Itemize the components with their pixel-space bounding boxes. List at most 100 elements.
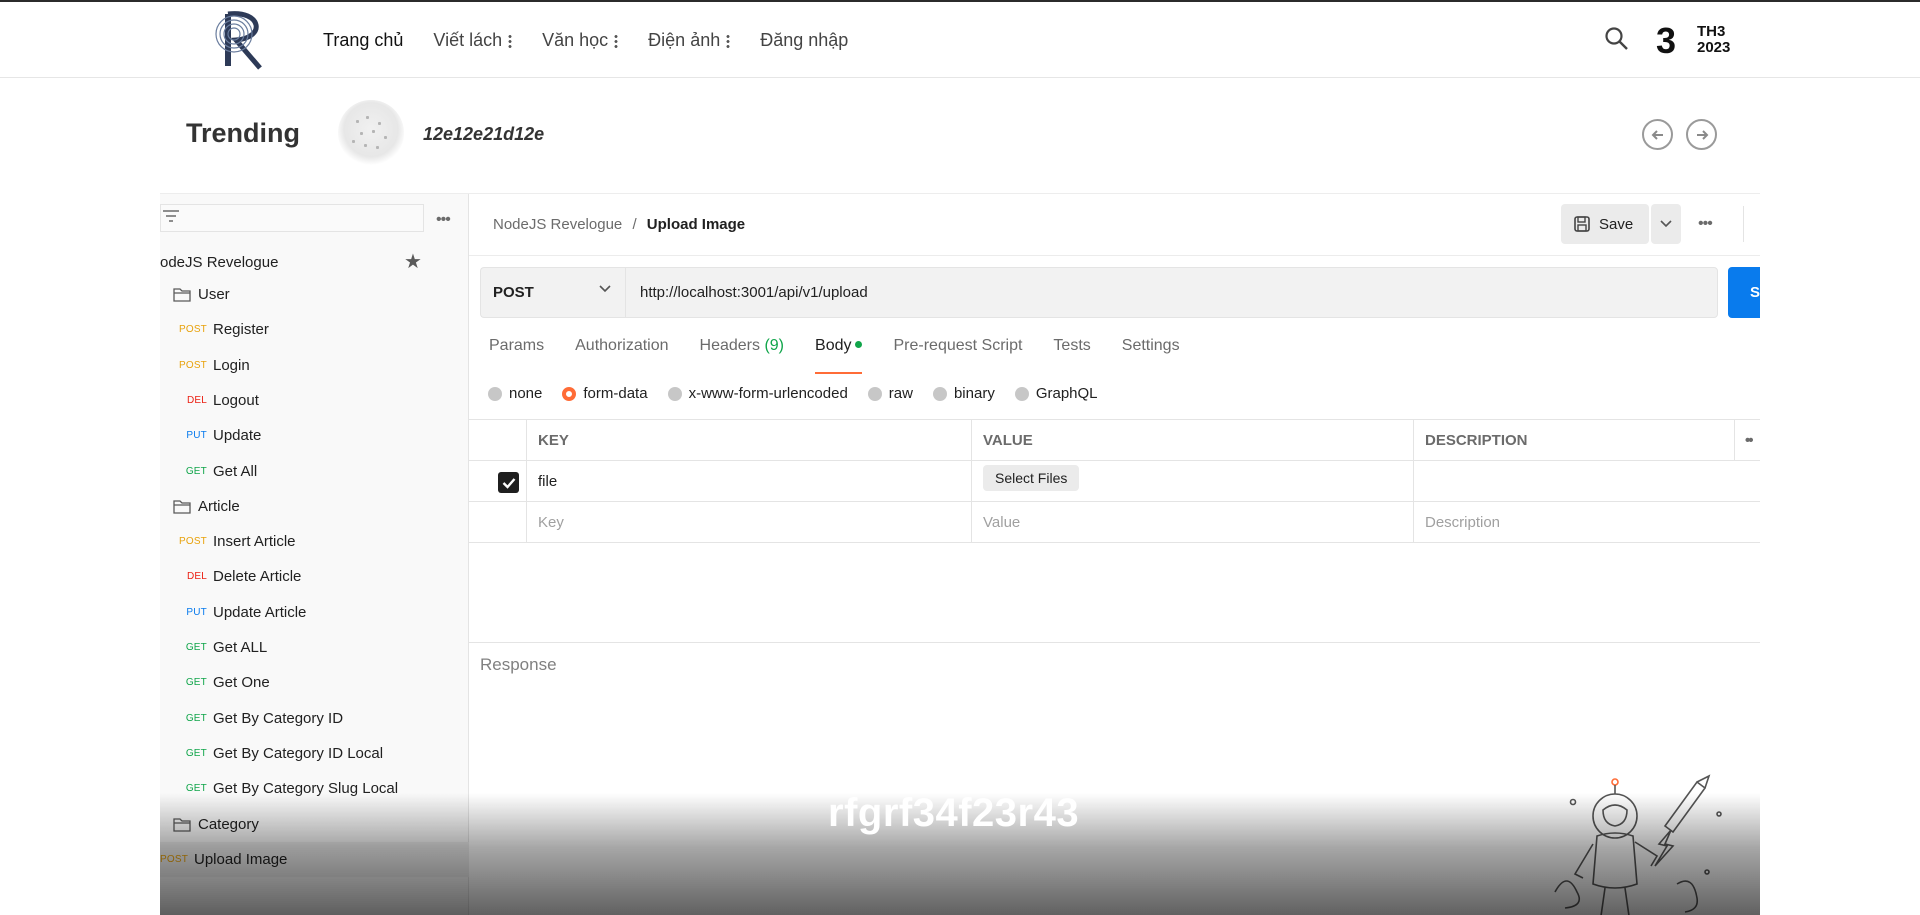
column-description: DESCRIPTION	[1413, 420, 1734, 460]
request-login[interactable]: POST Login	[160, 348, 469, 383]
folder-category[interactable]: Category	[160, 807, 469, 842]
arrow-left-icon	[1651, 129, 1663, 140]
request-update[interactable]: PUT Update	[160, 418, 469, 453]
tab-params[interactable]: Params	[489, 337, 544, 367]
request-upload-image[interactable]: POST Upload Image	[160, 841, 469, 877]
table-header: KEY VALUE DESCRIPTION ••	[469, 419, 1760, 461]
sidebar-filter-input[interactable]	[160, 204, 424, 232]
request-get-all[interactable]: GET Get All	[160, 454, 469, 489]
folder-article[interactable]: Article	[160, 489, 469, 524]
folder-icon	[173, 817, 191, 832]
request-delete-article[interactable]: DEL Delete Article	[160, 559, 469, 594]
arrow-right-icon	[1696, 129, 1708, 140]
folder-user[interactable]: User	[160, 277, 469, 312]
method-badge: POST	[178, 359, 207, 371]
nav-login[interactable]: Đăng nhập	[760, 30, 848, 51]
breadcrumb-parent[interactable]: NodeJS Revelogue	[493, 216, 622, 233]
more-horizontal-icon[interactable]: •••	[1698, 215, 1713, 233]
request-insert-article[interactable]: POST Insert Article	[160, 524, 469, 559]
more-horizontal-icon[interactable]: ••	[1734, 420, 1760, 460]
tree-item-label: Get One	[213, 674, 270, 692]
search-icon[interactable]	[1604, 26, 1630, 52]
save-button[interactable]: Save	[1561, 204, 1649, 244]
breadcrumb-separator: /	[632, 216, 637, 233]
key-cell[interactable]: file	[526, 461, 971, 501]
main-menu: Trang chủ Viết lách Văn học Điện ảnh Đăn…	[323, 30, 848, 51]
tree-item-label: Get All	[213, 462, 258, 480]
request-register[interactable]: POST Register	[160, 312, 469, 347]
divider	[469, 255, 1760, 256]
request-get-by-category-id-local[interactable]: GET Get By Category ID Local	[160, 736, 469, 771]
description-cell[interactable]	[1413, 461, 1734, 501]
post-title-overlay[interactable]: rfgrf34f23r43	[828, 791, 1079, 836]
save-label: Save	[1599, 215, 1634, 233]
method-badge: GET	[185, 747, 207, 759]
tree-item-label: Update Article	[213, 603, 307, 621]
date-month-year: TH3 2023	[1697, 24, 1730, 56]
trending-item-title[interactable]: 12e12e21d12e	[423, 124, 544, 145]
more-horizontal-icon[interactable]: •••	[436, 211, 451, 229]
prev-button[interactable]	[1642, 119, 1673, 150]
tab-tests[interactable]: Tests	[1053, 337, 1090, 367]
nav-literature[interactable]: Văn học	[542, 30, 619, 51]
tree-item-label: Login	[213, 356, 250, 374]
star-icon[interactable]: ★	[404, 249, 422, 274]
send-button[interactable]: S	[1728, 267, 1760, 318]
column-key: KEY	[526, 420, 971, 460]
tab-authorization[interactable]: Authorization	[575, 337, 668, 367]
radio-icon	[488, 386, 502, 401]
tab-pre-request-script[interactable]: Pre-request Script	[893, 337, 1022, 367]
key-placeholder[interactable]: Key	[526, 502, 971, 542]
nav-writing[interactable]: Viết lách	[433, 30, 513, 51]
column-value: VALUE	[971, 420, 1413, 460]
tree-item-label: Category	[198, 815, 259, 833]
request-get-all[interactable]: GET Get ALL	[160, 630, 469, 665]
tree-item-label: Insert Article	[213, 533, 296, 551]
site-logo[interactable]	[214, 8, 276, 72]
request-get-by-category-id[interactable]: GET Get By Category ID	[160, 701, 469, 736]
url-input[interactable]	[625, 267, 1718, 318]
select-files-button[interactable]: Select Files	[983, 465, 1080, 491]
request-get-one[interactable]: GET Get One	[160, 665, 469, 700]
breadcrumb-current[interactable]: Upload Image	[647, 216, 745, 233]
request-logout[interactable]: DEL Logout	[160, 383, 469, 418]
method-value: POST	[493, 284, 534, 301]
tab-settings[interactable]: Settings	[1122, 337, 1180, 367]
breadcrumb: NodeJS Revelogue / Upload Image	[493, 216, 745, 233]
body-type-none[interactable]: none	[488, 385, 542, 402]
tree-item-label: Delete Article	[213, 568, 302, 586]
tree-item-label: User	[198, 286, 230, 303]
row-checkbox[interactable]	[498, 472, 519, 493]
date-year: 2023	[1697, 39, 1731, 56]
description-placeholder[interactable]: Description	[1413, 502, 1734, 542]
body-type-graphql[interactable]: GraphQL	[1014, 385, 1098, 402]
method-badge: PUT	[186, 430, 207, 442]
tab-headers[interactable]: Headers (9)	[700, 337, 785, 367]
header-check-cell	[469, 420, 526, 460]
body-type-urlencoded[interactable]: x-www-form-urlencoded	[667, 385, 848, 402]
tab-body[interactable]: Body	[815, 337, 863, 374]
tree-item-label: Register	[213, 321, 269, 339]
nav-home[interactable]: Trang chủ	[323, 30, 403, 51]
radio-selected-icon	[562, 386, 577, 401]
headers-count: (9)	[764, 337, 785, 354]
next-button[interactable]	[1686, 119, 1717, 150]
body-type-binary[interactable]: binary	[932, 385, 995, 402]
request-get-by-category-slug-local[interactable]: GET Get By Category Slug Local	[160, 771, 469, 806]
value-placeholder[interactable]: Value	[971, 502, 1413, 542]
filter-icon[interactable]	[162, 209, 180, 225]
body-type-form-data[interactable]: form-data	[562, 385, 648, 402]
nav-cinema[interactable]: Điện ảnh	[648, 30, 731, 51]
method-select[interactable]: POST	[480, 267, 625, 318]
radio-icon	[932, 386, 947, 401]
save-dropdown-button[interactable]	[1651, 204, 1681, 244]
body-type-raw[interactable]: raw	[867, 385, 913, 402]
trending-thumbnail[interactable]	[338, 100, 404, 166]
method-badge: GET	[185, 712, 207, 724]
collection-name[interactable]: odeJS Revelogue	[160, 254, 278, 271]
tree-item-label: Logout	[213, 391, 259, 409]
request-update-article[interactable]: PUT Update Article	[160, 595, 469, 630]
row-check-cell	[469, 502, 526, 542]
tree-item-label: Article	[198, 497, 240, 515]
method-badge: DEL	[186, 571, 207, 583]
